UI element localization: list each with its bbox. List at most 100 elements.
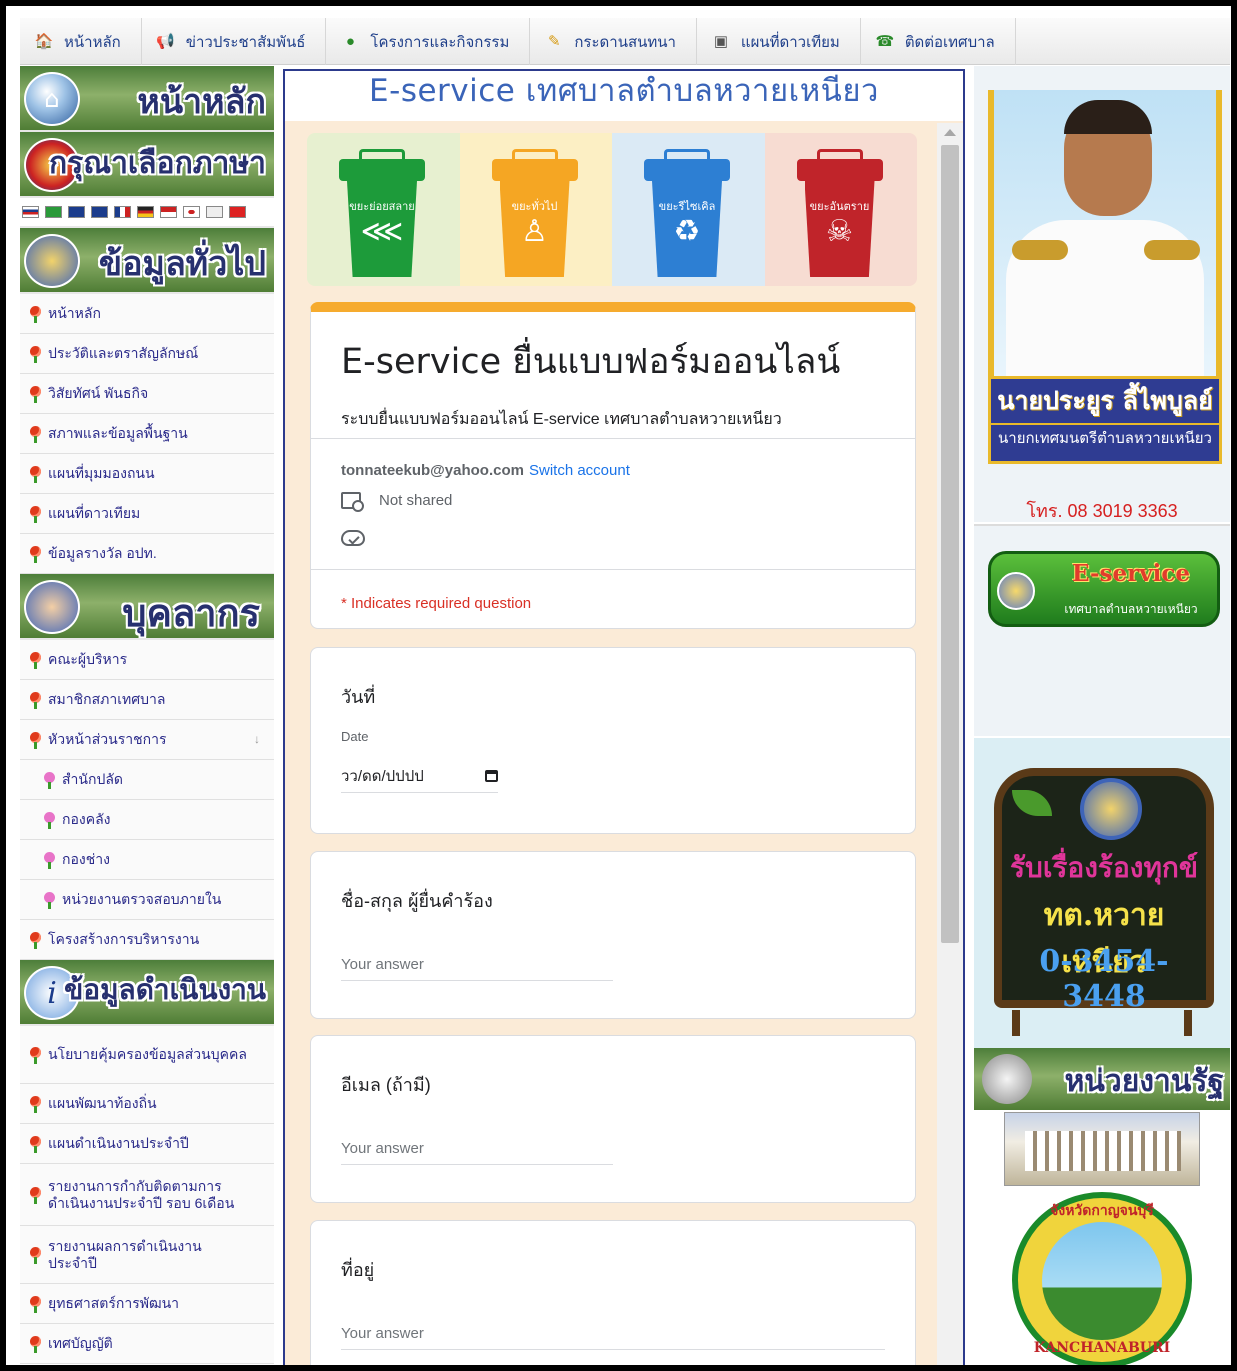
menu-item-structure[interactable]: โครงสร้างการบริหารงาน bbox=[20, 920, 274, 960]
menu-item-annual-plan[interactable]: แผนดำเนินงานประจำปี bbox=[20, 1124, 274, 1164]
scroll-up-arrow-icon[interactable] bbox=[944, 129, 956, 136]
emblem-icon bbox=[997, 572, 1035, 610]
menu-item-ordinance[interactable]: เทศบัญญัติ bbox=[20, 1324, 274, 1364]
flower-icon bbox=[28, 1246, 44, 1264]
nav-news[interactable]: 📢 ข่าวประชาสัมพันธ์ bbox=[142, 18, 327, 65]
flag-icon[interactable] bbox=[114, 206, 131, 218]
email-answer-input[interactable]: Your answer bbox=[341, 1140, 613, 1165]
bin-recycle: ขยะรีไซเคิล ♻ bbox=[612, 133, 765, 286]
flower-icon bbox=[28, 385, 44, 403]
question-card-date: วันที่ Date วว/ดด/ปปปป bbox=[310, 647, 916, 834]
menu-item-vision[interactable]: วิสัยทัศน์ พันธกิจ bbox=[20, 374, 274, 414]
flower-icon bbox=[28, 465, 44, 483]
banner-operations: i ข้อมูลดำเนินงาน bbox=[20, 960, 274, 1026]
eservice-button[interactable]: E-service เทศบาลตำบลหวายเหนียว bbox=[988, 551, 1220, 627]
banner-government: หน่วยงานรัฐ bbox=[974, 1048, 1230, 1110]
flag-icon[interactable] bbox=[137, 206, 154, 218]
banner-home[interactable]: ⌂ หน้าหลัก bbox=[20, 66, 274, 132]
government-house-link[interactable] bbox=[1004, 1112, 1200, 1186]
nav-contact[interactable]: ☎ ติดต่อเทศบาล bbox=[861, 18, 1016, 65]
menu-item-6-month-report[interactable]: รายงานการกำกับติดตามการดำเนินงานประจำปี … bbox=[20, 1164, 274, 1226]
form-scrollbar[interactable] bbox=[937, 123, 963, 1365]
flag-icon[interactable] bbox=[45, 206, 62, 218]
flower-icon bbox=[28, 691, 44, 709]
flower-icon bbox=[28, 1135, 44, 1153]
trash-person-icon: ♙ bbox=[521, 214, 548, 249]
menu-item-home[interactable]: หน้าหลัก bbox=[20, 294, 274, 334]
flower-icon bbox=[42, 811, 58, 829]
nav-forum[interactable]: ✎ กระดานสนทนา bbox=[530, 18, 697, 65]
banner-staff: บุคลากร bbox=[20, 574, 274, 640]
map-icon: ▣ bbox=[713, 32, 729, 50]
mayor-phone: โทร. 08 3019 3363 bbox=[1026, 501, 1178, 521]
address-answer-input[interactable]: Your answer bbox=[341, 1325, 885, 1350]
recycle-icon: ♻ bbox=[673, 214, 701, 249]
submenu-item-office[interactable]: สำนักปลัด bbox=[20, 760, 274, 800]
question-card-address: ที่อยู่ Your answer bbox=[310, 1220, 916, 1365]
not-shared-line: Not shared bbox=[341, 492, 452, 512]
nav-projects[interactable]: ● โครงการและกิจกรรม bbox=[326, 18, 531, 65]
menu-item-council[interactable]: สมาชิกสภาเทศบาล bbox=[20, 680, 274, 720]
fish-bone-icon: ⋘ bbox=[360, 214, 404, 249]
menu-item-strategy[interactable]: ยุทธศาสตร์การพัฒนา bbox=[20, 1284, 274, 1324]
menu-item-satellite-map[interactable]: แผนที่ดาวเทียม bbox=[20, 494, 274, 534]
account-line: tonnateekub@yahoo.com Switch account bbox=[341, 462, 630, 479]
house-icon: ⌂ bbox=[24, 72, 80, 126]
mayor-panel: นายประยูร ลี้ไพบูลย์ นายกเทศมนตรีตำบลหวา… bbox=[974, 66, 1230, 522]
flower-icon bbox=[42, 771, 58, 789]
divider bbox=[311, 438, 915, 439]
question-card-name: ชื่อ-สกุล ผู้ยื่นคำร้อง Your answer bbox=[310, 851, 916, 1019]
nav-home[interactable]: 🏠 หน้าหลัก bbox=[20, 18, 142, 65]
flag-icon[interactable] bbox=[229, 206, 246, 218]
flower-icon bbox=[28, 305, 44, 323]
flag-icon[interactable] bbox=[68, 206, 85, 218]
menu-item-privacy-policy[interactable]: นโยบายคุ้มครองข้อมูลส่วนบุคคล bbox=[20, 1026, 274, 1084]
staff-icon bbox=[24, 580, 80, 634]
main-content: E-service เทศบาลตำบลหวายเหนียว ขยะย่อยสล… bbox=[283, 69, 965, 1365]
page-frame: 🏠 หน้าหลัก 📢 ข่าวประชาสัมพันธ์ ● โครงการและ… bbox=[0, 0, 1237, 1371]
mayor-photo bbox=[988, 90, 1222, 378]
required-note: * Indicates required question bbox=[341, 595, 532, 612]
right-sidebar: นายประยูร ลี้ไพบูลย์ นายกเทศมนตรีตำบลหวา… bbox=[974, 66, 1230, 1365]
emblem-icon bbox=[1080, 778, 1142, 840]
cloud-check-icon bbox=[341, 530, 365, 546]
skull-icon: ☠ bbox=[826, 214, 853, 249]
flag-icon[interactable] bbox=[183, 206, 200, 218]
flower-icon bbox=[28, 931, 44, 949]
name-answer-input[interactable]: Your answer bbox=[341, 956, 613, 981]
people-icon: ● bbox=[345, 32, 355, 50]
nav-satellite-map[interactable]: ▣ แผนที่ดาวเทียม bbox=[697, 18, 861, 65]
language-flags bbox=[20, 198, 274, 228]
flower-icon bbox=[28, 345, 44, 363]
kanchanaburi-logo[interactable]: จังหวัดกาญจนบุรี KANCHANABURI bbox=[1012, 1192, 1192, 1365]
mayor-nameplate: นายประยูร ลี้ไพบูลย์ นายกเทศมนตรีตำบลหวา… bbox=[988, 376, 1222, 464]
bin-general: ขยะทั่วไป ♙ bbox=[459, 133, 612, 286]
complaint-board[interactable]: รับเรื่องร้องทุกข์ ทต.หวายเหนียว 0-3454-… bbox=[974, 738, 1230, 1048]
menu-item-history[interactable]: ประวัติและตราสัญลักษณ์ bbox=[20, 334, 274, 374]
submenu-item-engineering[interactable]: กองช่าง bbox=[20, 840, 274, 880]
form-description: ระบบยื่นแบบฟอร์มออนไลน์ E-service เทศบาล… bbox=[341, 411, 782, 428]
flower-icon bbox=[28, 731, 44, 749]
embedded-form: ขยะย่อยสลาย ⋘ ขยะทั่วไป ♙ ขยะรีไซเคิล ♻ … bbox=[285, 121, 963, 1365]
flower-icon bbox=[28, 425, 44, 443]
menu-item-awards[interactable]: ข้อมูลรางวัล อปท. bbox=[20, 534, 274, 574]
menu-item-basic-info[interactable]: สภาพและข้อมูลพื้นฐาน bbox=[20, 414, 274, 454]
flag-icon[interactable] bbox=[206, 206, 223, 218]
flag-icon[interactable] bbox=[22, 206, 39, 218]
switch-account-link[interactable]: Switch account bbox=[529, 462, 630, 479]
scroll-thumb[interactable] bbox=[941, 145, 959, 943]
calendar-icon[interactable] bbox=[485, 770, 498, 782]
flag-icon[interactable] bbox=[160, 206, 177, 218]
menu-item-executives[interactable]: คณะผู้บริหาร bbox=[20, 640, 274, 680]
menu-item-local-plan[interactable]: แผนพัฒนาท้องถิ่น bbox=[20, 1084, 274, 1124]
flower-icon bbox=[28, 1046, 44, 1064]
submenu-item-internal-audit[interactable]: หน่วยงานตรวจสอบภายใน bbox=[20, 880, 274, 920]
flag-icon[interactable] bbox=[91, 206, 108, 218]
submenu-item-finance[interactable]: กองคลัง bbox=[20, 800, 274, 840]
banner-general-info: ข้อมูลทั่วไป bbox=[20, 228, 274, 294]
menu-item-annual-report[interactable]: รายงานผลการดำเนินงานประจำปี bbox=[20, 1226, 274, 1284]
menu-item-street-map[interactable]: แผนที่มุมมองถนน bbox=[20, 454, 274, 494]
date-input[interactable]: วว/ดด/ปปปป bbox=[341, 760, 498, 793]
menu-item-department-heads[interactable]: หัวหน้าส่วนราชการ ↓ bbox=[20, 720, 274, 760]
garuda-emblem-icon bbox=[982, 1054, 1032, 1104]
